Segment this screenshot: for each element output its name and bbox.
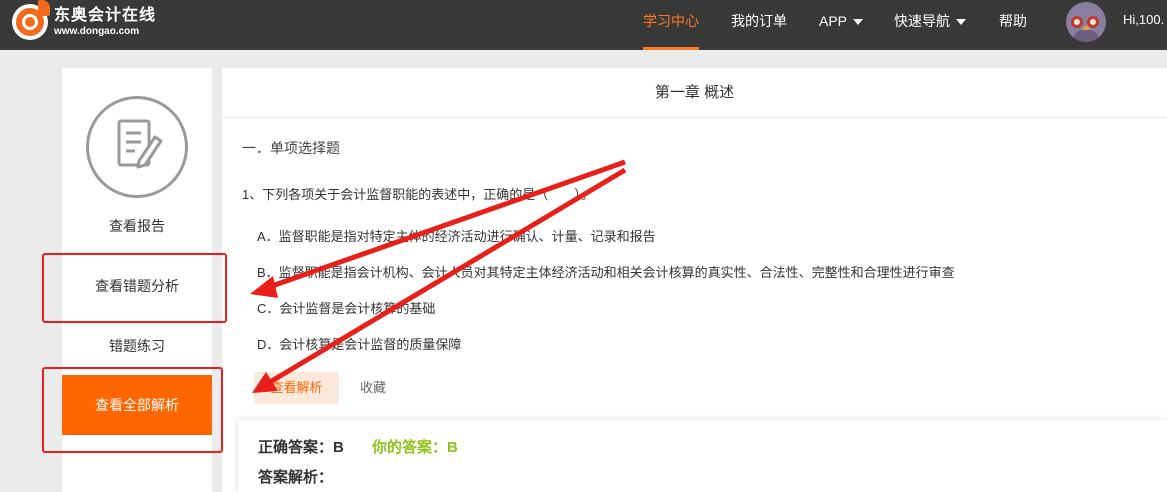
annotation-arrow [268,167,627,385]
annotation-arrow [271,159,626,289]
arrow-head [252,372,278,393]
arrow-head [250,276,278,298]
annotation-arrows [250,159,627,393]
